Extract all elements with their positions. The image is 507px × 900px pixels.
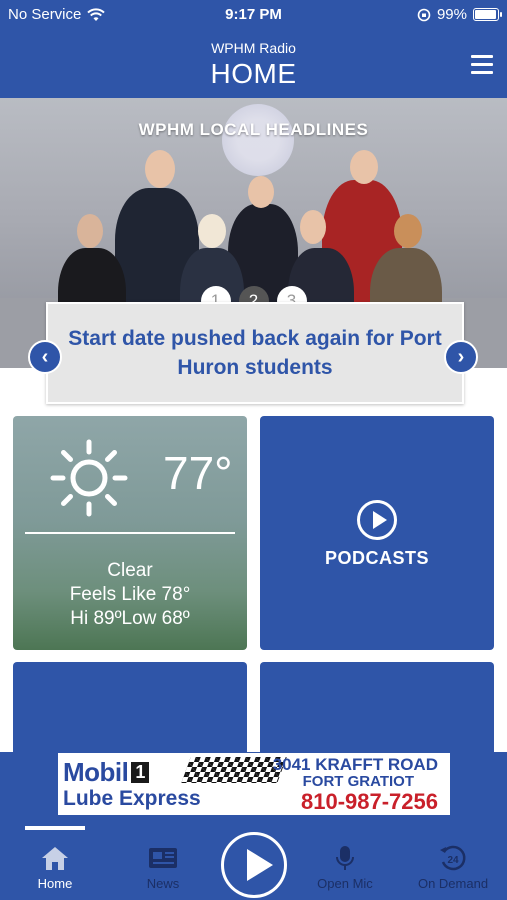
history-24-icon: 24 xyxy=(440,845,466,871)
photo-person-head xyxy=(394,214,422,248)
photo-person-head xyxy=(77,214,103,248)
weather-condition: Clear xyxy=(107,560,153,581)
tab-news[interactable]: News xyxy=(118,844,208,891)
page-title: HOME xyxy=(210,58,297,89)
hamburger-menu-icon[interactable] xyxy=(471,55,493,75)
status-bar: No Service 9:17 PM 99% xyxy=(0,0,507,30)
orientation-lock-icon xyxy=(417,8,431,21)
newspaper-icon xyxy=(149,848,177,868)
tab-news-label: News xyxy=(146,876,180,891)
hi-low: Hi 89ºLow 68º xyxy=(70,608,190,629)
headline-card[interactable]: Start date pushed back again for Port Hu… xyxy=(46,302,464,404)
tab-open-mic-label: Open Mic xyxy=(317,876,373,891)
ad-brand-number: 1 xyxy=(131,762,149,783)
tile-4[interactable] xyxy=(260,662,494,762)
battery-percent: 99% xyxy=(436,6,467,23)
sun-icon xyxy=(50,439,128,517)
ad-address: 3041 KRAFFT ROAD xyxy=(272,755,438,774)
play-button[interactable] xyxy=(221,832,287,898)
headline-text: Start date pushed back again for Port Hu… xyxy=(68,327,442,379)
weather-tile[interactable]: 77° Clear Feels Like 78° Hi 89ºLow 68º xyxy=(13,416,247,650)
checkered-flag-graphic xyxy=(181,757,287,783)
podcasts-tile[interactable]: PODCASTS xyxy=(260,416,494,650)
home-icon xyxy=(42,847,68,870)
feels-like: Feels Like 78° xyxy=(69,584,191,605)
chevron-left-icon[interactable]: ‹ xyxy=(28,340,62,374)
photo-person-head xyxy=(198,214,226,248)
tab-on-demand[interactable]: 24 On Demand xyxy=(408,844,498,891)
headlines-heading: WPHM LOCAL HEADLINES xyxy=(138,120,369,139)
tab-open-mic[interactable]: Open Mic xyxy=(300,844,390,891)
ad-brand: Mobil 1 xyxy=(63,757,149,788)
tab-home-label: Home xyxy=(37,876,73,891)
tab-on-demand-label: On Demand xyxy=(417,876,489,891)
podcasts-label: PODCASTS xyxy=(324,548,429,568)
ad-phone: 810-987-7256 xyxy=(300,789,438,814)
photo-person-head xyxy=(300,210,326,244)
ad-tagline: Lube Express xyxy=(63,787,201,810)
tile-3[interactable] xyxy=(13,662,247,762)
photo-person-head xyxy=(350,150,378,184)
status-right: 99% xyxy=(417,6,502,23)
station-name: WPHM Radio xyxy=(211,40,296,56)
ad-city: FORT GRATIOT xyxy=(302,773,414,790)
temperature: 77° xyxy=(163,447,233,499)
battery-icon xyxy=(473,8,502,21)
photo-person-head xyxy=(145,150,175,188)
weather-divider xyxy=(25,532,235,534)
play-circle-icon xyxy=(357,500,397,540)
chevron-right-icon[interactable]: › xyxy=(444,340,478,374)
ad-banner[interactable]: Mobil 1 Lube Express 3041 KRAFFT ROAD FOR… xyxy=(58,753,450,815)
ad-brand-name: Mobil xyxy=(63,757,129,787)
school-logo xyxy=(222,104,294,176)
top-bar: No Service 9:17 PM 99% WPHM Radio HOME xyxy=(0,0,507,98)
tab-home[interactable]: Home xyxy=(10,844,100,891)
svg-text:24: 24 xyxy=(447,855,459,866)
microphone-icon xyxy=(336,846,354,870)
photo-person-head xyxy=(248,176,274,208)
